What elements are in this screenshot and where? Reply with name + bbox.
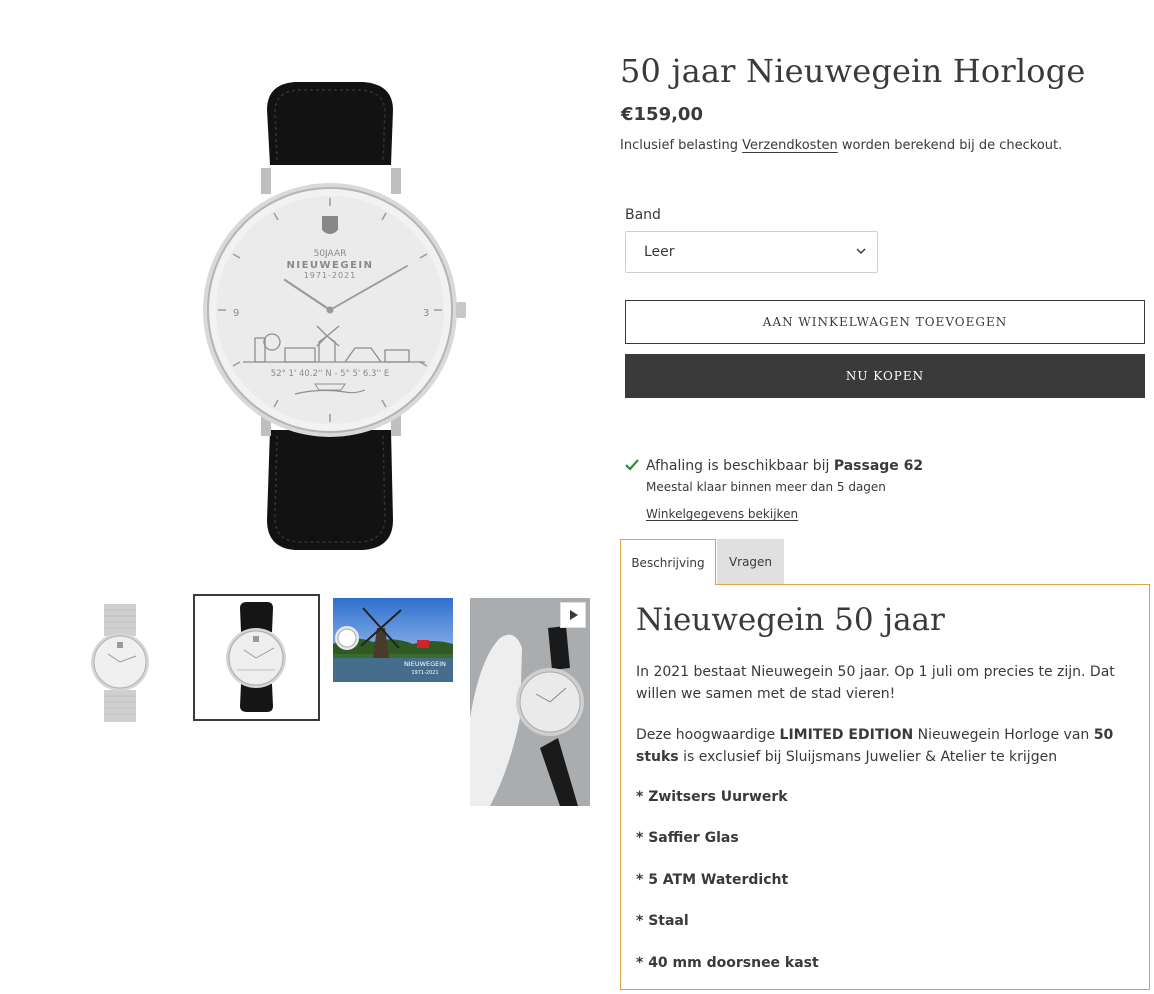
dial-coords: 52° 1' 40.2'' N - 5° 5' 6.3'' E xyxy=(271,369,389,379)
description-paragraph-1: In 2021 bestaat Nieuwegein 50 jaar. Op 1… xyxy=(636,664,1115,702)
tax-suffix: worden berekend bij de checkout. xyxy=(841,138,1063,153)
feature-item: * 5 ATM Waterdicht xyxy=(636,872,789,888)
description-title: Nieuwegein 50 jaar xyxy=(636,602,945,638)
band-label: Band xyxy=(625,207,661,223)
shipping-link[interactable]: Verzendkosten xyxy=(742,138,838,153)
pickup-availability: Afhaling is beschikbaar bij Passage 62 xyxy=(646,458,923,474)
dial-nine: 9 xyxy=(233,308,239,319)
tax-shipping-note: Inclusief belasting Verzendkosten worden… xyxy=(620,138,1062,153)
description-panel xyxy=(620,584,1150,990)
feature-item: * Staal xyxy=(636,913,689,929)
buy-now-button[interactable]: NU KOPEN xyxy=(625,354,1145,398)
play-icon[interactable] xyxy=(560,602,586,628)
dial-city: NIEUWEGEIN xyxy=(286,260,373,271)
store-info-link[interactable]: Winkelgegevens bekijken xyxy=(646,507,798,521)
dial-three: 3 xyxy=(423,308,429,319)
thumbnail-mesh-watch[interactable] xyxy=(58,598,180,728)
p2-text-e: is exclusief bij Sluijsmans Juwelier & A… xyxy=(678,749,1058,765)
band-select-value: Leer xyxy=(644,244,675,260)
dial-anniversary: 50JAAR xyxy=(314,249,347,259)
feature-item: * Zwitsers Uurwerk xyxy=(636,789,788,805)
thumbnail-windmill-photo[interactable]: NIEUWEGEIN 1971-2021 xyxy=(333,598,453,682)
pickup-location: Passage 62 xyxy=(833,458,924,474)
description-paragraph-2: Deze hoogwaardige LIMITED EDITION Nieuwe… xyxy=(636,724,1141,768)
add-to-cart-button[interactable]: AAN WINKELWAGEN TOEVOEGEN xyxy=(625,300,1145,344)
thumbnail-caption-city: NIEUWEGEIN xyxy=(404,660,446,668)
band-select[interactable]: Leer xyxy=(625,231,878,273)
tab-description[interactable]: Beschrijving xyxy=(620,539,716,585)
chevron-down-icon xyxy=(856,248,866,255)
thumbnail-video[interactable] xyxy=(470,598,590,806)
p2-limited-edition: LIMITED EDITION xyxy=(779,727,914,743)
p2-text-a: Deze hoogwaardige xyxy=(636,727,780,743)
pickup-sub: Meestal klaar binnen meer dan 5 dagen xyxy=(646,480,886,494)
thumbnail-caption-years: 1971-2021 xyxy=(411,670,438,676)
dial-years: 1971-2021 xyxy=(304,271,357,280)
product-title: 50 jaar Nieuwegein Horloge xyxy=(620,52,1086,90)
tax-prefix: Inclusief belasting xyxy=(620,138,738,153)
tab-questions[interactable]: Vragen xyxy=(717,539,784,584)
checkmark-icon xyxy=(625,459,639,471)
feature-item: * 40 mm doorsnee kast xyxy=(636,955,819,971)
p2-text-c: Nieuwegein Horloge van xyxy=(913,727,1094,743)
product-price: €159,00 xyxy=(621,104,703,125)
main-product-image[interactable]: 50JAAR NIEUWEGEIN 1971-2021 9 3 52° 1' 4… xyxy=(195,70,485,560)
thumbnail-leather-watch[interactable] xyxy=(193,594,320,721)
pickup-text: Afhaling is beschikbaar bij xyxy=(646,458,830,474)
feature-item: * Saffier Glas xyxy=(636,830,739,846)
